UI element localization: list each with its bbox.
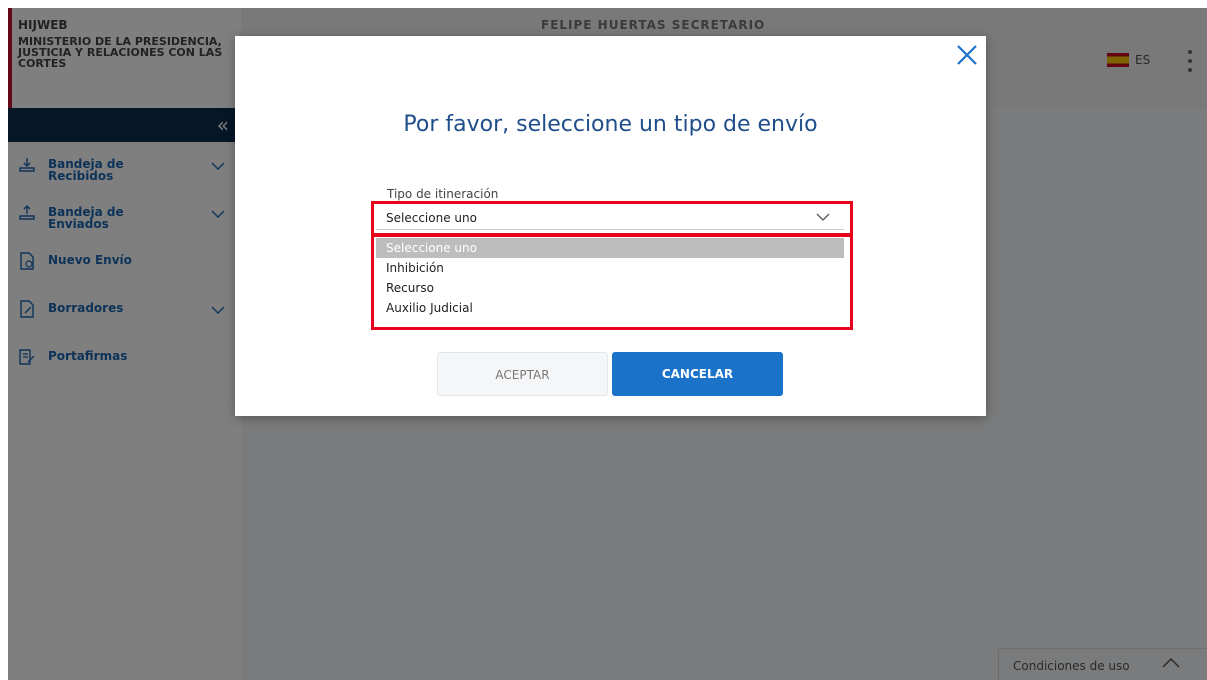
select-option[interactable]: Auxilio Judicial xyxy=(376,298,844,318)
shipment-type-dialog: Por favor, seleccione un tipo de envío T… xyxy=(235,36,986,416)
select-value: Seleccione uno xyxy=(386,211,477,225)
field-label: Tipo de itineración xyxy=(387,187,499,201)
select-option[interactable]: Inhibición xyxy=(376,258,844,278)
select-options-list: Seleccione uno Inhibición Recurso Auxili… xyxy=(376,238,844,318)
itineration-type-select[interactable]: Seleccione uno xyxy=(376,207,844,230)
dialog-title: Por favor, seleccione un tipo de envío xyxy=(403,112,818,137)
chevron-down-icon xyxy=(816,213,830,221)
select-option[interactable]: Seleccione uno xyxy=(376,238,844,258)
cancel-button[interactable]: CANCELAR xyxy=(612,352,783,396)
select-option[interactable]: Recurso xyxy=(376,278,844,298)
close-icon[interactable] xyxy=(954,42,980,68)
accept-button[interactable]: ACEPTAR xyxy=(437,352,608,396)
